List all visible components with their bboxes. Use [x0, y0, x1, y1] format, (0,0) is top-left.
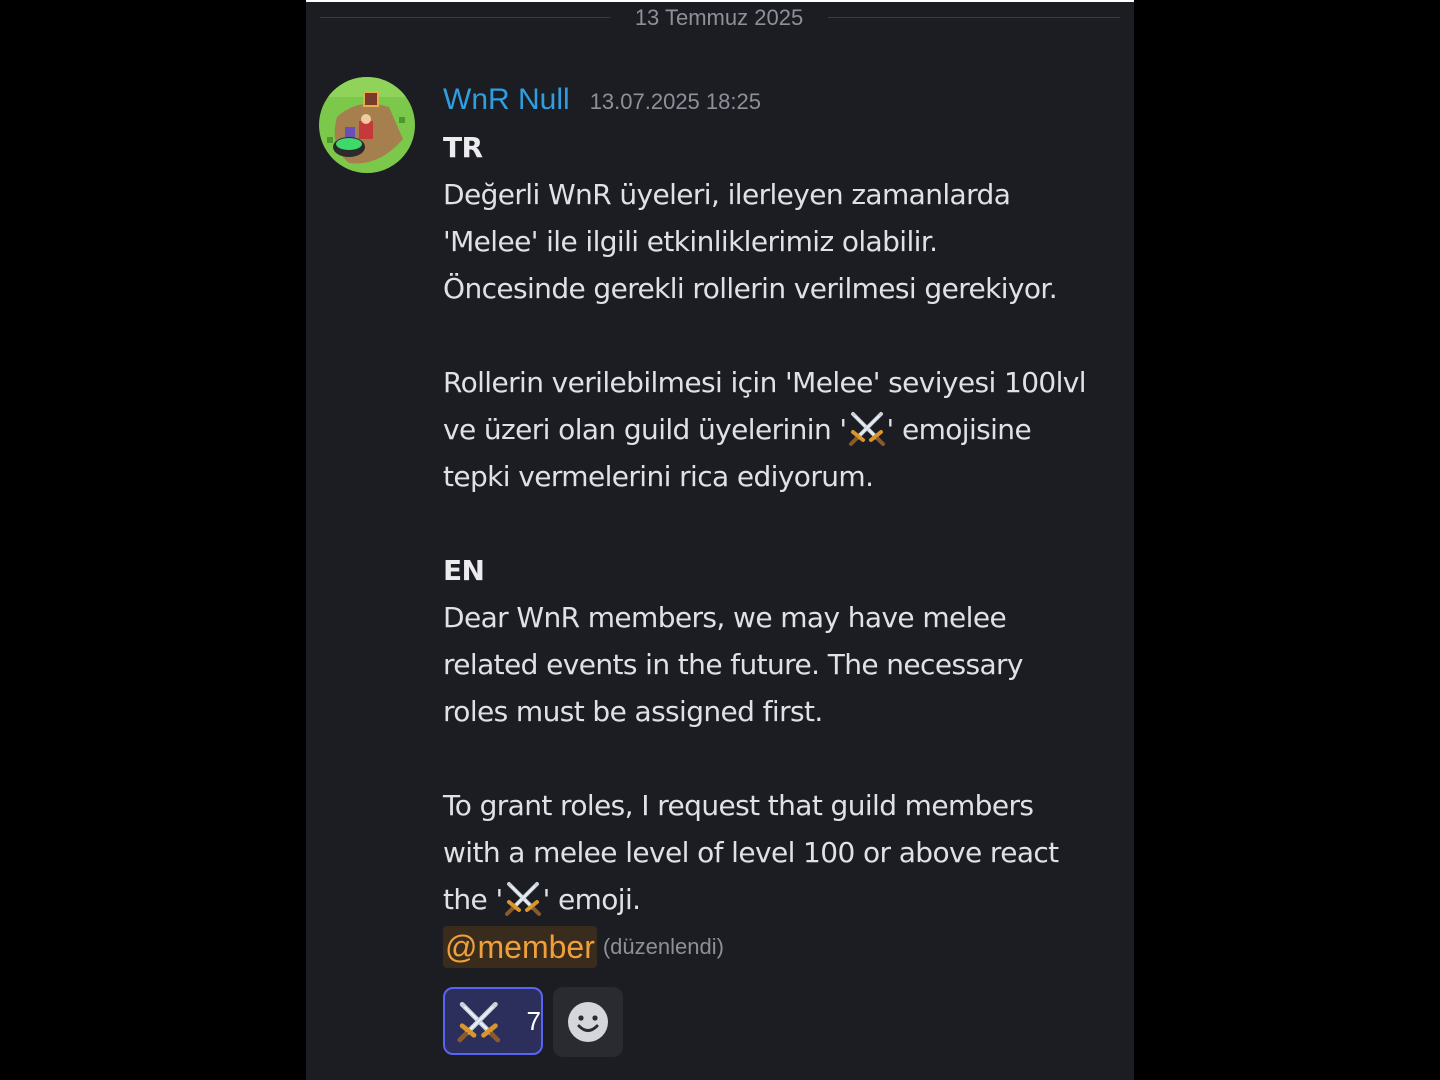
message-body: TR Değerli WnR üyeleri, ilerleyen zamanl…	[443, 124, 1133, 923]
text-line: with a melee level of level 100 or above…	[443, 836, 1059, 869]
text-line-with-emoji: ve üzeri olan guild üyelerinin ' ' emojis…	[443, 406, 1133, 453]
crossed-swords-icon	[455, 997, 503, 1045]
message-header: WnR Null 13.07.2025 18:25	[443, 78, 1133, 124]
text-line: Dear WnR members, we may have melee	[443, 601, 1007, 634]
text-line: Rollerin verilebilmesi için 'Melee' sevi…	[443, 366, 1087, 399]
text-line: roles must be assigned first.	[443, 695, 823, 728]
text-line: 'Melee' ile ilgili etkinliklerimiz olabi…	[443, 225, 938, 258]
text-line-with-emoji: the ' ' emoji.	[443, 876, 1133, 923]
text-line: Öncesinde gerekli rollerin verilmesi ger…	[443, 272, 1058, 305]
text-fragment: the '	[443, 883, 503, 916]
text-line: related events in the future. The necess…	[443, 648, 1024, 681]
message-timestamp: 13.07.2025 18:25	[589, 89, 761, 114]
text-fragment: ' emojisine	[886, 413, 1032, 446]
tr-heading: TR	[443, 131, 483, 164]
text-line: Değerli WnR üyeleri, ilerleyen zamanlard…	[443, 178, 1011, 211]
text-fragment: ' emoji.	[542, 883, 641, 916]
chat-pane: 13 Temmuz 2025 WnR Null 13.07.2025 18:25…	[306, 0, 1134, 1080]
date-divider: 13 Temmuz 2025	[320, 2, 1120, 34]
divider-date: 13 Temmuz 2025	[634, 5, 804, 30]
divider-line-right	[828, 17, 1120, 18]
text-fragment: ve üzeri olan guild üyelerinin '	[443, 413, 847, 446]
crossed-swords-icon	[504, 882, 541, 916]
reaction-crossed-swords[interactable]: 7	[443, 987, 543, 1055]
text-line: To grant roles, I request that guild mem…	[443, 789, 1034, 822]
mention-row: @member (düzenlendi)	[443, 923, 1133, 971]
reaction-count: 7	[526, 1005, 541, 1036]
crossed-swords-icon	[848, 412, 885, 446]
role-mention[interactable]: @member	[443, 926, 597, 968]
edited-label: (düzenlendi)	[602, 934, 724, 959]
divider-line-left	[320, 17, 610, 18]
text-line: tepki vermelerini rica ediyorum.	[443, 460, 874, 493]
message: WnR Null 13.07.2025 18:25 TR Değerli WnR…	[443, 78, 1133, 1057]
en-heading: EN	[443, 554, 485, 587]
reactions-bar: 7	[443, 987, 1133, 1057]
author-name[interactable]: WnR Null	[443, 78, 570, 122]
smiley-icon	[568, 1002, 608, 1042]
add-reaction-button[interactable]	[553, 987, 623, 1057]
avatar[interactable]	[319, 77, 415, 173]
